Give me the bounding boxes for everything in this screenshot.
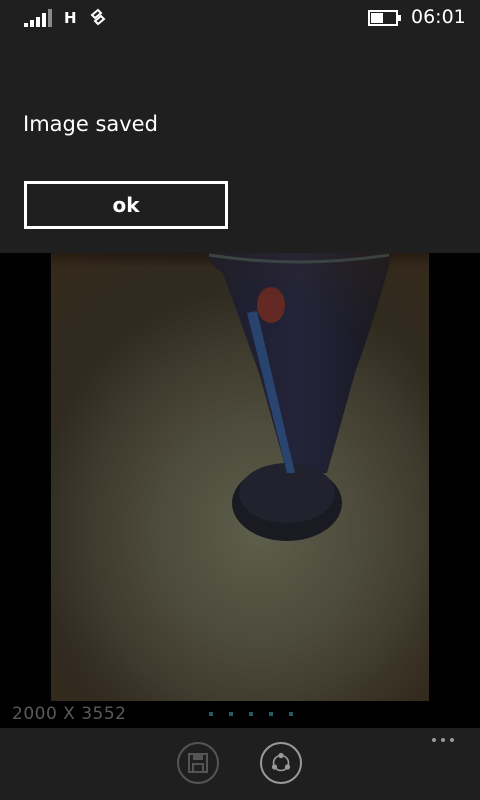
clock: 06:01 [411,6,466,28]
page-indicator [209,712,293,716]
page-dot [249,712,253,716]
page-dot [289,712,293,716]
message-dialog: H 06:01 Image saved ok [0,0,480,253]
photo[interactable] [51,253,429,701]
page-dot [229,712,233,716]
network-type: H [64,9,77,27]
image-resolution: 2000 X 3552 [12,704,127,724]
ellipsis-dot [441,738,445,742]
battery-icon [368,10,401,26]
ellipsis-icon [432,738,436,742]
signal-bars-icon [24,9,52,27]
status-bar: H 06:01 [0,0,480,36]
photo-vignette [51,253,429,701]
save-button[interactable] [177,742,219,784]
share-icon [271,752,291,772]
share-button[interactable] [260,742,302,784]
app-bar [0,728,480,800]
ellipsis-dot [450,738,454,742]
more-options-button[interactable] [428,734,458,746]
page-dot [269,712,273,716]
ok-button[interactable]: ok [24,181,228,229]
floppy-disk-icon [188,753,208,773]
page-dot [209,712,213,716]
data-transfer-icon [90,8,106,26]
dialog-message: Image saved [23,112,158,136]
